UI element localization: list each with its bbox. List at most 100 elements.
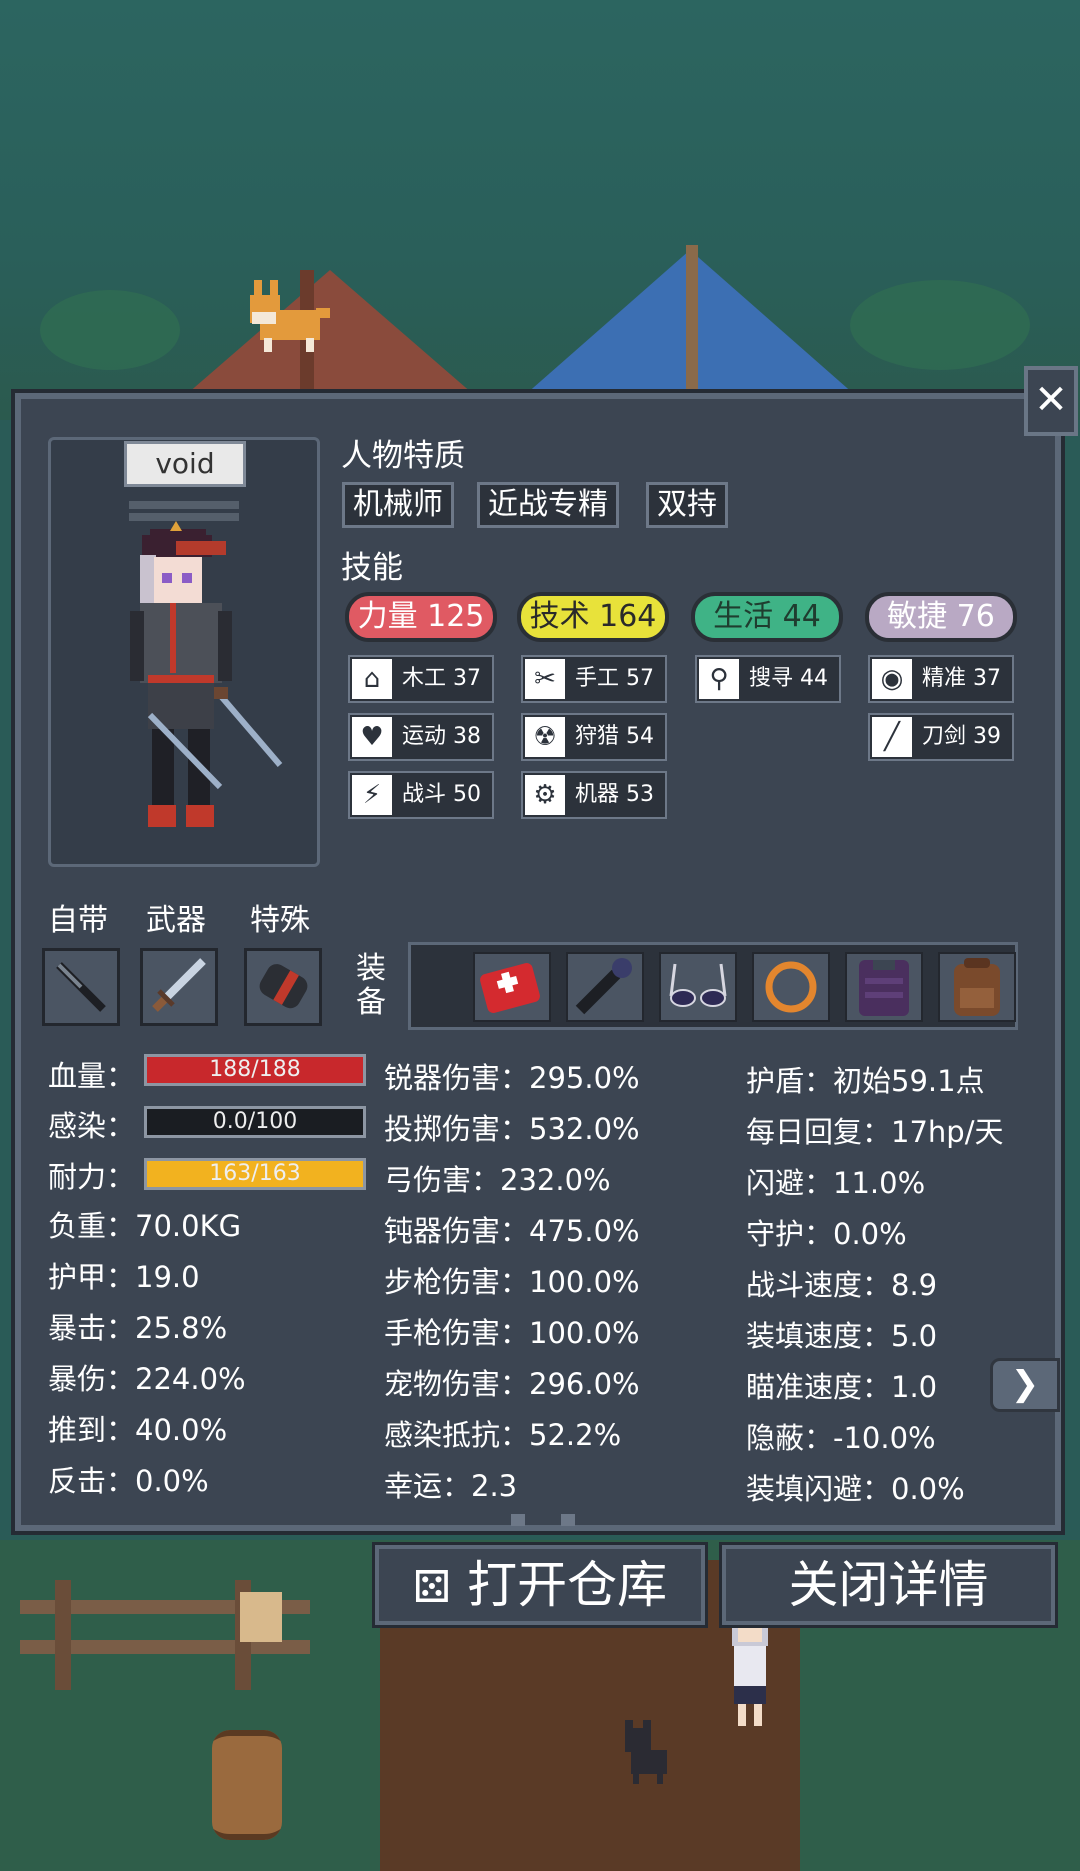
knife-icon: [56, 962, 106, 1012]
equip-slot[interactable]: [938, 952, 1016, 1022]
wooden-barrel[interactable]: [212, 1730, 282, 1840]
eye-icon: ◉: [872, 659, 912, 699]
builtin-slot[interactable]: [42, 948, 120, 1026]
close-icon[interactable]: ✕: [1024, 366, 1078, 436]
sub-skill-label: 刀剑 39: [922, 724, 1001, 749]
stat-crit: 暴击：25.8%: [48, 1311, 228, 1345]
stat-daily-regen: 每日回复：17hp/天: [746, 1115, 1004, 1149]
sub-skill-label: 精准 37: [922, 666, 1001, 691]
trait-tag[interactable]: 机械师: [342, 482, 454, 528]
sub-skill-woodwork[interactable]: ⌂ 木工 37: [348, 655, 494, 703]
stat-aim-speed: 瞄准速度：1.0: [746, 1370, 938, 1404]
first-aid-kit-icon: [480, 963, 540, 1013]
skill-life[interactable]: 生活 44: [691, 592, 843, 642]
house-icon: ⌂: [352, 659, 392, 699]
slot-label-builtin: 自带: [48, 903, 108, 938]
fist-icon: ⚡: [352, 775, 392, 815]
stat-crit-damage: 暴伤：224.0%: [48, 1362, 246, 1396]
character-name[interactable]: void: [124, 441, 246, 487]
bush: [850, 280, 1030, 370]
equip-slot[interactable]: [473, 952, 551, 1022]
infection-label: 感染：: [48, 1109, 136, 1143]
stamina-value: 163/163: [209, 1161, 301, 1186]
slot-label-weapon: 武器: [146, 903, 206, 938]
sub-skill-label: 木工 37: [402, 666, 481, 691]
radiation-icon: ☢: [525, 717, 565, 757]
sub-skill-label: 手工 57: [575, 666, 654, 691]
sub-skill-sword[interactable]: ╱ 刀剑 39: [868, 713, 1014, 761]
fence-post: [55, 1580, 71, 1690]
scissors-icon: ✂: [525, 659, 565, 699]
infection-bar: 0.0/100: [144, 1106, 366, 1138]
close-details-label: 关闭详情: [788, 1556, 989, 1614]
sub-skill-label: 运动 38: [402, 724, 481, 749]
equipment-row: [408, 942, 1018, 1030]
skill-technique[interactable]: 技术 164: [517, 592, 669, 642]
corgi-dog-sprite[interactable]: [250, 280, 340, 360]
stat-pistol-damage: 手枪伤害：100.0%: [384, 1316, 640, 1350]
sub-skill-search[interactable]: ⚲ 搜寻 44: [695, 655, 841, 703]
stat-sharp-damage: 锐器伤害：295.0%: [384, 1061, 640, 1095]
stat-counter: 反击：0.0%: [48, 1464, 209, 1498]
sub-skill-sport[interactable]: ♥ 运动 38: [348, 713, 494, 761]
sword-icon: [152, 958, 206, 1012]
stat-armor: 护甲：19.0: [48, 1260, 200, 1294]
sub-skill-craft[interactable]: ✂ 手工 57: [521, 655, 667, 703]
stat-throw-damage: 投掷伤害：532.0%: [384, 1112, 640, 1146]
stat-bow-damage: 弓伤害：232.0%: [384, 1163, 611, 1197]
stat-dodge: 闪避：11.0%: [746, 1166, 926, 1200]
slot-label-special: 特殊: [250, 903, 310, 938]
stat-stealth: 隐蔽：-10.0%: [746, 1421, 936, 1455]
sub-skill-hunting[interactable]: ☢ 狩猎 54: [521, 713, 667, 761]
close-details-button[interactable]: 关闭详情: [719, 1542, 1058, 1628]
stamina-label: 耐力：: [48, 1160, 136, 1194]
sub-skill-label: 狩猎 54: [575, 724, 654, 749]
heart-icon: ♥: [352, 717, 392, 757]
sub-skill-precision[interactable]: ◉ 精准 37: [868, 655, 1014, 703]
stat-infection-resist: 感染抵抗：52.2%: [384, 1418, 622, 1452]
stat-shield: 护盾：初始59.1点: [746, 1064, 985, 1098]
skills-title: 技能: [341, 550, 403, 586]
stat-pet-damage: 宠物伤害：296.0%: [384, 1367, 640, 1401]
equip-slot[interactable]: [659, 952, 737, 1022]
gear-icon: ⚙: [525, 775, 565, 815]
character-sprite: [130, 521, 283, 827]
backpack-icon: [954, 958, 1000, 1016]
tent-pole: [686, 245, 698, 395]
fence-note[interactable]: [240, 1592, 282, 1642]
special-slot[interactable]: [244, 948, 322, 1026]
page-indicator-dot[interactable]: [561, 1514, 575, 1526]
trait-tag[interactable]: 近战专精: [477, 482, 619, 528]
weapon-slot[interactable]: [140, 948, 218, 1026]
hp-label: 血量：: [48, 1059, 136, 1093]
stat-guard: 守护：0.0%: [746, 1217, 907, 1251]
sub-skill-label: 机器 53: [575, 782, 654, 807]
canister-icon: [259, 964, 308, 1009]
stat-weight: 负重：70.0KG: [48, 1209, 242, 1243]
skill-agility[interactable]: 敏捷 76: [865, 592, 1017, 642]
next-page-chevron-icon[interactable]: ❯: [990, 1358, 1060, 1412]
npc-girl-sprite[interactable]: [720, 1610, 780, 1730]
stat-rifle-damage: 步枪伤害：100.0%: [384, 1265, 640, 1299]
equip-slot[interactable]: [845, 952, 923, 1022]
sub-skill-label: 搜寻 44: [749, 666, 828, 691]
vest-icon: [859, 960, 909, 1016]
skill-strength[interactable]: 力量 125: [345, 592, 497, 642]
stamina-bar: 163/163: [144, 1158, 366, 1190]
stat-reload-speed: 装填速度：5.0: [746, 1319, 938, 1353]
ring-icon: [765, 961, 817, 1013]
hp-value: 188/188: [209, 1057, 301, 1082]
hp-bar: 188/188: [144, 1054, 366, 1086]
stat-luck: 幸运：2.3: [384, 1469, 518, 1503]
page-indicator-dot[interactable]: [511, 1514, 525, 1526]
sub-skill-combat[interactable]: ⚡ 战斗 50: [348, 771, 494, 819]
traits-title: 人物特质: [341, 438, 465, 474]
equip-slot[interactable]: [752, 952, 830, 1022]
stat-combat-speed: 战斗速度：8.9: [746, 1268, 938, 1302]
black-cat-sprite[interactable]: [615, 1720, 675, 1785]
open-storage-button[interactable]: ⚄ 打开仓库: [372, 1542, 708, 1628]
equip-slot[interactable]: [566, 952, 644, 1022]
trait-tag[interactable]: 双持: [646, 482, 728, 528]
sub-skill-machine[interactable]: ⚙ 机器 53: [521, 771, 667, 819]
stat-reload-dodge: 装填闪避：0.0%: [746, 1472, 965, 1506]
